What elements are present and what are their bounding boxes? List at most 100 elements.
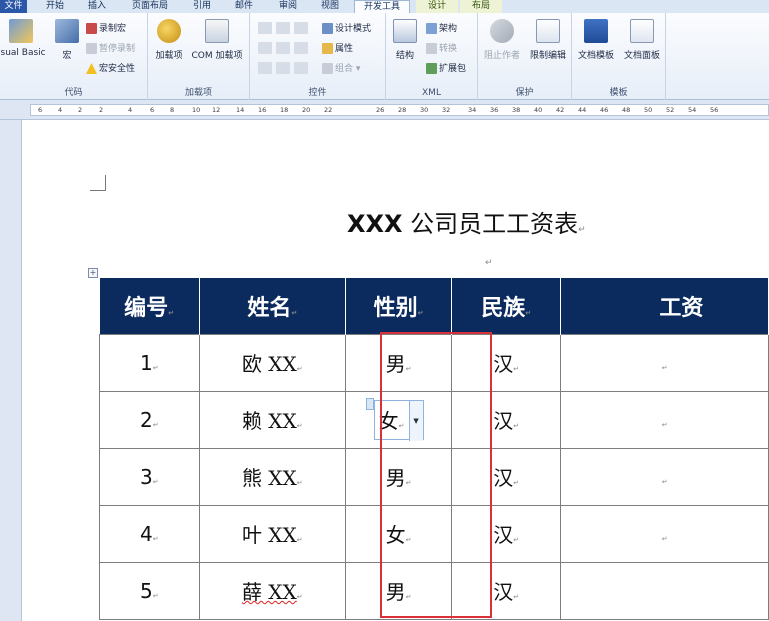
ruler-tick-label: 56 bbox=[710, 106, 719, 114]
document-panel-button[interactable]: 文档面板 bbox=[620, 19, 664, 61]
cell-gender[interactable]: 男↵ bbox=[345, 561, 453, 620]
visual-basic-button[interactable]: isual Basic bbox=[0, 19, 46, 58]
building-block-control-icon[interactable] bbox=[258, 42, 272, 54]
restrict-editing-button[interactable]: 限制编辑 bbox=[526, 19, 570, 61]
ruler-tick-label: 2 bbox=[99, 106, 104, 114]
cell-salary[interactable]: ↵ bbox=[560, 333, 769, 392]
horizontal-ruler[interactable]: 6 4 2 2 4 6 8 10 12 14 16 18 20 22 26 28 30 32 34 36 38 40 42 4… bbox=[0, 100, 769, 120]
cell-name[interactable]: 赖 XX↵ bbox=[198, 390, 347, 449]
header-cell-name[interactable]: 姓名↵ bbox=[199, 278, 347, 334]
tab-file[interactable]: 文件 bbox=[0, 0, 27, 13]
properties-label: 属性 bbox=[335, 44, 354, 54]
document-title[interactable]: XXX 公司员工工资表↵ bbox=[347, 204, 586, 239]
rich-text-control-icon[interactable] bbox=[258, 22, 272, 34]
cell-number[interactable]: 4↵ bbox=[99, 504, 200, 563]
dropdown-control-icon[interactable] bbox=[294, 42, 308, 54]
macro-security-button[interactable]: 宏安全性 bbox=[86, 62, 135, 76]
header-cell-salary[interactable]: 工资 bbox=[560, 278, 769, 334]
ruler-tick-label: 18 bbox=[280, 106, 289, 114]
header-cell-number[interactable]: 编号↵ bbox=[99, 278, 200, 334]
checkbox-control-icon[interactable] bbox=[276, 62, 290, 74]
document-panel-icon bbox=[630, 19, 654, 43]
plain-text-control-icon[interactable] bbox=[276, 22, 290, 34]
addins-button[interactable]: 加载项 bbox=[152, 19, 186, 61]
date-picker-control-icon[interactable] bbox=[258, 62, 272, 74]
picture-control-icon[interactable] bbox=[294, 22, 308, 34]
cell-name[interactable]: 薛 XX↵ bbox=[198, 561, 347, 620]
transform-button[interactable]: 转换 bbox=[426, 42, 457, 56]
table-row: 1↵ 欧 XX↵ 男↵ 汉↵ ↵ bbox=[99, 333, 769, 392]
ruler-tick-label: 6 bbox=[150, 106, 155, 114]
cell-gender[interactable]: 男↵ bbox=[345, 333, 453, 392]
tab-table-design[interactable]: 设计 bbox=[416, 0, 458, 13]
tab-home[interactable]: 开始 bbox=[38, 0, 72, 13]
cell-ethnicity[interactable]: 汉↵ bbox=[451, 333, 562, 392]
design-mode-icon bbox=[322, 23, 333, 34]
table-move-handle[interactable]: + bbox=[88, 268, 98, 278]
cell-number[interactable]: 1↵ bbox=[99, 333, 200, 392]
dropdown-arrow-icon[interactable]: ▼ bbox=[408, 400, 423, 441]
cell-ethnicity[interactable]: 汉↵ bbox=[451, 390, 562, 449]
cell-gender[interactable]: 女↵ ▼ bbox=[345, 390, 453, 449]
cell-number[interactable]: 2↵ bbox=[99, 390, 200, 449]
document-template-button[interactable]: 文档模板 bbox=[574, 19, 618, 61]
properties-button[interactable]: 属性 bbox=[322, 42, 353, 56]
ruler-tick-label: 34 bbox=[468, 106, 477, 114]
structure-button[interactable]: 结构 bbox=[390, 19, 420, 61]
block-authors-button[interactable]: 阻止作者 bbox=[482, 19, 522, 61]
document-panel-label: 文档面板 bbox=[623, 51, 660, 61]
ruler-tick-label: 26 bbox=[376, 106, 385, 114]
legacy-tools-icon[interactable] bbox=[294, 62, 308, 74]
macros-icon bbox=[55, 19, 79, 43]
design-mode-button[interactable]: 设计模式 bbox=[322, 22, 371, 36]
cell-gender[interactable]: 男↵ bbox=[345, 447, 453, 506]
tab-references[interactable]: 引用 bbox=[184, 0, 220, 13]
cell-ethnicity[interactable]: 汉↵ bbox=[451, 447, 562, 506]
cell-ethnicity[interactable]: 汉↵ bbox=[451, 561, 562, 620]
combo-box-control-icon[interactable] bbox=[276, 42, 290, 54]
macros-button[interactable]: 宏 bbox=[54, 19, 80, 61]
tab-table-layout[interactable]: 布局 bbox=[460, 0, 502, 13]
tab-insert[interactable]: 插入 bbox=[80, 0, 114, 13]
cell-number[interactable]: 3↵ bbox=[99, 447, 200, 506]
group-code: isual Basic 宏 录制宏 暂停录制 宏安全性 代码 bbox=[0, 13, 148, 100]
cell-number[interactable]: 5↵ bbox=[99, 561, 200, 620]
cell-salary[interactable]: ↵ bbox=[560, 390, 769, 449]
cell-name[interactable]: 叶 XX↵ bbox=[198, 504, 347, 563]
cell-salary[interactable]: ↵ bbox=[560, 504, 769, 563]
document-page[interactable]: XXX 公司员工工资表↵ ↵ + 编号↵ 姓名↵ 性别↵ 民族↵ 工资 1↵ 欧… bbox=[22, 120, 769, 621]
cell-ethnicity[interactable]: 汉↵ bbox=[451, 504, 562, 563]
group-code-label: 代码 bbox=[64, 88, 83, 98]
margin-corner-mark bbox=[90, 175, 106, 191]
cell-salary[interactable] bbox=[560, 561, 769, 620]
tab-page-layout[interactable]: 页面布局 bbox=[122, 0, 178, 13]
dropdown-content-control[interactable]: 女↵ ▼ bbox=[365, 397, 424, 441]
schema-button[interactable]: 架构 bbox=[426, 22, 457, 36]
tab-developer[interactable]: 开发工具 bbox=[354, 0, 410, 14]
group-button[interactable]: 组合 ▾ bbox=[322, 62, 360, 76]
restrict-editing-label: 限制编辑 bbox=[529, 51, 566, 61]
cell-name[interactable]: 熊 XX↵ bbox=[198, 447, 347, 506]
expansion-pack-button[interactable]: 扩展包 bbox=[426, 62, 466, 76]
tab-mailings[interactable]: 邮件 bbox=[226, 0, 262, 13]
header-cell-gender[interactable]: 性别↵ bbox=[345, 278, 453, 334]
document-title-latin: XXX bbox=[347, 210, 403, 238]
group-addins: 加载项 COM 加载项 加载项 bbox=[148, 13, 250, 100]
addins-label: 加载项 bbox=[155, 51, 183, 61]
ribbon-tab-bar: 文件 开始 插入 页面布局 引用 邮件 审阅 视图 开发工具 设计 布局 bbox=[0, 0, 769, 14]
content-control-tag[interactable] bbox=[365, 397, 374, 410]
cell-gender[interactable]: 女↵ bbox=[345, 504, 453, 563]
ruler-tick-label: 46 bbox=[600, 106, 609, 114]
vertical-ruler[interactable] bbox=[0, 120, 22, 621]
ruler-tick-label: 48 bbox=[622, 106, 631, 114]
cell-salary[interactable]: ↵ bbox=[560, 447, 769, 506]
ruler-tick-label: 14 bbox=[236, 106, 245, 114]
pause-recording-button[interactable]: 暂停录制 bbox=[86, 42, 135, 56]
cell-name[interactable]: 欧 XX↵ bbox=[198, 333, 347, 392]
ruler-tick-label: 22 bbox=[324, 106, 333, 114]
header-cell-ethnicity[interactable]: 民族↵ bbox=[451, 278, 562, 334]
tab-view[interactable]: 视图 bbox=[312, 0, 348, 13]
tab-review[interactable]: 审阅 bbox=[270, 0, 306, 13]
record-macro-button[interactable]: 录制宏 bbox=[86, 22, 126, 36]
com-addins-button[interactable]: COM 加载项 bbox=[188, 19, 246, 61]
